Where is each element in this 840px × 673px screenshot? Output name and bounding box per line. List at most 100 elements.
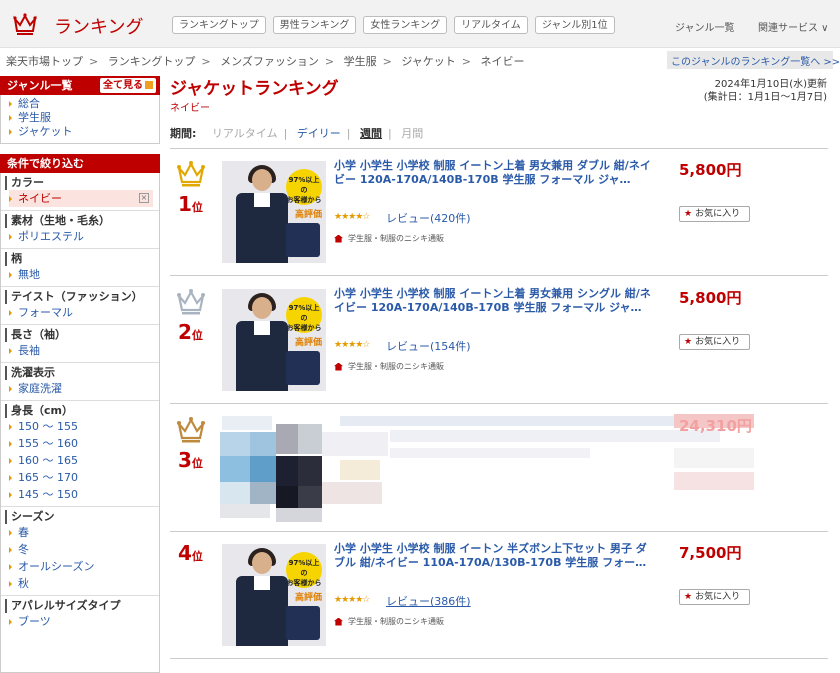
- rating-stars-icon: ★★★★☆: [334, 340, 370, 350]
- genre-ranking-list-link[interactable]: このジャンルのランキング一覧へ >>: [667, 51, 840, 69]
- gold-crown-icon: [177, 161, 205, 187]
- filter-item-height[interactable]: 150 ～ 155: [9, 418, 159, 435]
- crown-logo-icon[interactable]: [12, 11, 38, 37]
- filter-item-formal[interactable]: フォーマル: [9, 304, 159, 321]
- period-monthly[interactable]: 月間: [401, 127, 423, 140]
- brand-title[interactable]: ランキング: [54, 13, 143, 39]
- filter-group-height: 身長（cm） 150 ～ 155 155 ～ 160 160 ～ 165 165…: [1, 401, 159, 507]
- tab-female-ranking[interactable]: 女性ランキング: [363, 16, 448, 34]
- filter-item-all-season[interactable]: オールシーズン: [9, 558, 159, 575]
- filter-group-color: カラー ネイビー ×: [1, 173, 159, 211]
- product-price: 5,800円: [679, 289, 742, 307]
- divider: [170, 275, 828, 276]
- divider: [170, 658, 828, 659]
- product-thumbnail[interactable]: 97%以上の お客様から 高評価: [222, 289, 326, 391]
- rating-stars-icon: ★★★★☆: [334, 212, 370, 222]
- period-daily[interactable]: デイリー: [297, 127, 341, 140]
- rating-badge: 97%以上の お客様から: [286, 552, 322, 588]
- tab-ranking-top[interactable]: ランキングトップ: [172, 16, 266, 34]
- genre-item-overall[interactable]: 総合: [9, 97, 159, 111]
- product-title-link[interactable]: 小学 小学生 小学校 制服 イートン 半ズボン上下セット 男子 ダブル 紺/ネイ…: [334, 542, 654, 584]
- breadcrumb-navy[interactable]: ネイビー: [481, 55, 525, 68]
- divider: [170, 148, 828, 149]
- star-icon: ★: [684, 209, 693, 219]
- favorite-button[interactable]: ★ お気に入り: [679, 589, 750, 605]
- silver-crown-icon: [177, 289, 205, 315]
- rating-stars-icon: ★★★★☆: [334, 595, 370, 605]
- breadcrumb-rakuten-top[interactable]: 楽天市場トップ: [6, 55, 83, 68]
- filter-item-autumn[interactable]: 秋: [9, 575, 159, 592]
- shop-home-icon: [334, 234, 343, 243]
- nav-tabs: ランキングトップ 男性ランキング 女性ランキング リアルタイム ジャンル別1位: [172, 16, 615, 34]
- filter-item-boots[interactable]: ブーツ: [9, 613, 159, 630]
- shop-link[interactable]: 学生服・制服のニシキ通販: [334, 616, 444, 627]
- filter-item-height[interactable]: 145 ～ 150: [9, 486, 159, 503]
- filter-title-washing: 洗濯表示: [5, 366, 159, 380]
- filter-item-long-sleeve[interactable]: 長袖: [9, 342, 159, 359]
- breadcrumb-school-uniform[interactable]: 学生服: [344, 55, 377, 68]
- filter-group-washing: 洗濯表示 家庭洗濯: [1, 363, 159, 401]
- genre-list: 総合 学生服 ジャケット: [0, 95, 160, 144]
- shop-link[interactable]: 学生服・制服のニシキ通販: [334, 233, 444, 244]
- product-thumbnail[interactable]: 97%以上の お客様から 高評価: [222, 544, 326, 646]
- breadcrumb-separator: >: [89, 55, 99, 68]
- period-weekly[interactable]: 週間: [360, 127, 382, 140]
- ranking-item: 2位 97%以上の お客様から 高評価 小学 小学生 小学校 制服 イートン上着 …: [170, 278, 828, 404]
- shop-home-icon: [334, 362, 343, 371]
- filter-item-height[interactable]: 160 ～ 165: [9, 452, 159, 469]
- filter-item-navy[interactable]: ネイビー ×: [9, 190, 153, 207]
- period-realtime[interactable]: リアルタイム: [212, 127, 278, 140]
- filter-group-taste: テイスト（ファッション） フォーマル: [1, 287, 159, 325]
- breadcrumb-separator: >: [324, 55, 335, 68]
- product-price: 24,310円: [679, 417, 752, 435]
- aggregation-period: (集計日：1月1日～1月7日): [703, 92, 827, 103]
- tab-genre-first[interactable]: ジャンル別1位: [534, 16, 615, 34]
- product-title-link[interactable]: 小学 小学生 小学校 制服 イートン上着 男女兼用 ダブル 紺/ネイビー 120…: [334, 159, 654, 201]
- product-thumbnail[interactable]: 97%以上の お客様から 高評価: [222, 161, 326, 263]
- filter-item-height[interactable]: 165 ～ 170: [9, 469, 159, 486]
- breadcrumb-separator: >: [382, 55, 392, 68]
- remove-filter-icon[interactable]: ×: [139, 193, 149, 203]
- star-icon: ★: [684, 592, 693, 602]
- filter-item-winter[interactable]: 冬: [9, 541, 159, 558]
- shop-link[interactable]: 学生服・制服のニシキ通販: [334, 361, 444, 372]
- review-link[interactable]: レビュー(386件): [386, 593, 471, 609]
- filter-title-apparel-size: アパレルサイズタイプ: [5, 599, 159, 613]
- filter-title-height: 身長（cm）: [5, 404, 159, 418]
- breadcrumb-mens-fashion[interactable]: メンズファッション: [220, 55, 319, 68]
- genre-item-jacket[interactable]: ジャケット: [9, 125, 159, 139]
- breadcrumb-separator: >: [201, 55, 211, 68]
- filter-item-spring[interactable]: 春: [9, 524, 159, 541]
- filter-group-apparel-size: アパレルサイズタイプ ブーツ: [1, 596, 159, 633]
- product-title-link[interactable]: 小学 小学生 小学校 制服 イートン上着 男女兼用 シングル 紺/ネイビー 12…: [334, 287, 654, 329]
- filter-group-pattern: 柄 無地: [1, 249, 159, 287]
- divider: [170, 531, 828, 532]
- breadcrumb-ranking-top[interactable]: ランキングトップ: [108, 55, 196, 68]
- period-selector: 期間: リアルタイム | デイリー | 週間 | 月間: [170, 127, 424, 140]
- review-link[interactable]: レビュー(154件): [386, 338, 471, 354]
- see-all-button[interactable]: 全て見る: [100, 78, 156, 93]
- product-price: 7,500円: [679, 544, 742, 562]
- favorite-button[interactable]: ★ お気に入り: [679, 334, 750, 350]
- filter-item-label: ネイビー: [18, 192, 62, 205]
- breadcrumb-jacket[interactable]: ジャケット: [401, 55, 455, 68]
- related-services-menu[interactable]: 関連サービス ∨: [758, 19, 829, 34]
- tab-realtime[interactable]: リアルタイム: [454, 16, 528, 34]
- rating-badge: 97%以上の お客様から: [286, 169, 322, 205]
- filter-item-polyester[interactable]: ポリエステル: [9, 228, 159, 245]
- arrow-icon: [145, 81, 153, 89]
- genre-list-link[interactable]: ジャンル一覧: [675, 19, 735, 34]
- filter-item-plain[interactable]: 無地: [9, 266, 159, 283]
- filter-title-material: 素材（生地・毛糸）: [5, 214, 159, 228]
- breadcrumb-separator: >: [461, 55, 471, 68]
- star-icon: ★: [684, 337, 693, 347]
- tab-male-ranking[interactable]: 男性ランキング: [272, 16, 357, 34]
- review-link[interactable]: レビュー(420件): [386, 210, 471, 226]
- filter-item-home-wash[interactable]: 家庭洗濯: [9, 380, 159, 397]
- genre-item-school-uniform[interactable]: 学生服: [9, 111, 159, 125]
- top-bar: ランキング ランキングトップ 男性ランキング 女性ランキング リアルタイム ジャ…: [0, 0, 840, 48]
- page-subtitle: ネイビー: [170, 103, 210, 114]
- favorite-button[interactable]: ★ お気に入り: [679, 206, 750, 222]
- rank-number: 3位: [178, 448, 203, 472]
- filter-item-height[interactable]: 155 ～ 160: [9, 435, 159, 452]
